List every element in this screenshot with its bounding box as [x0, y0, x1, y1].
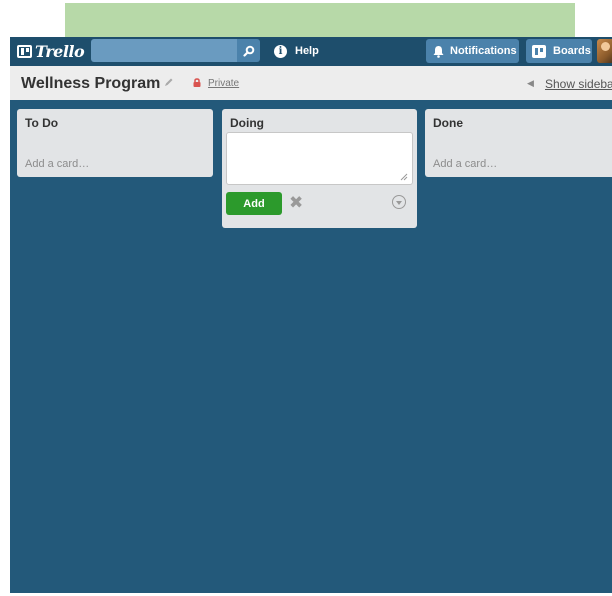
trello-logo[interactable]: Trello: [17, 42, 85, 61]
lock-icon: [193, 78, 201, 87]
boards-label: Boards: [553, 45, 591, 57]
search-button[interactable]: [237, 39, 260, 62]
avatar[interactable]: [597, 39, 612, 63]
close-icon[interactable]: ✖: [289, 193, 303, 213]
add-card-link[interactable]: Add a card…: [433, 158, 497, 170]
list-doing: Doing Add ✖: [222, 109, 417, 228]
bell-icon: [433, 45, 444, 58]
show-sidebar-link[interactable]: Show sidebar: [545, 77, 612, 91]
list-title[interactable]: Done: [433, 116, 463, 130]
board-title[interactable]: Wellness Program: [21, 75, 160, 93]
board-header: Wellness Program Private ◀ Show sidebar: [10, 66, 612, 100]
notifications-label: Notifications: [450, 45, 517, 57]
list-title[interactable]: To Do: [25, 116, 58, 130]
private-visibility-link[interactable]: Private: [208, 78, 239, 89]
caret-left-icon: ◀: [527, 78, 534, 88]
trello-logo-icon: [17, 45, 32, 58]
add-card-link[interactable]: Add a card…: [25, 158, 89, 170]
pencil-icon[interactable]: [163, 77, 174, 88]
list-todo: To Do Add a card…: [17, 109, 213, 177]
top-header: Trello i Help Notifications Boards: [10, 37, 612, 66]
boards-button[interactable]: Boards: [526, 39, 592, 63]
card-composer-textarea[interactable]: [226, 132, 413, 185]
search-icon: [242, 45, 254, 57]
help-button[interactable]: i Help: [274, 42, 319, 60]
logo-text: Trello: [35, 42, 85, 61]
search-input[interactable]: [91, 39, 237, 62]
boards-icon: [532, 44, 546, 58]
list-done: Done Add a card…: [425, 109, 612, 177]
resize-grip-icon[interactable]: [400, 173, 408, 181]
notifications-button[interactable]: Notifications: [426, 39, 519, 63]
info-icon: i: [274, 44, 287, 58]
trello-app: Trello i Help Notifications Boards Welln…: [10, 37, 612, 593]
top-banner: [65, 3, 575, 37]
list-title[interactable]: Doing: [230, 116, 264, 130]
add-card-button[interactable]: Add: [226, 192, 282, 215]
help-label: Help: [295, 45, 319, 57]
card-options-icon[interactable]: [392, 195, 406, 209]
